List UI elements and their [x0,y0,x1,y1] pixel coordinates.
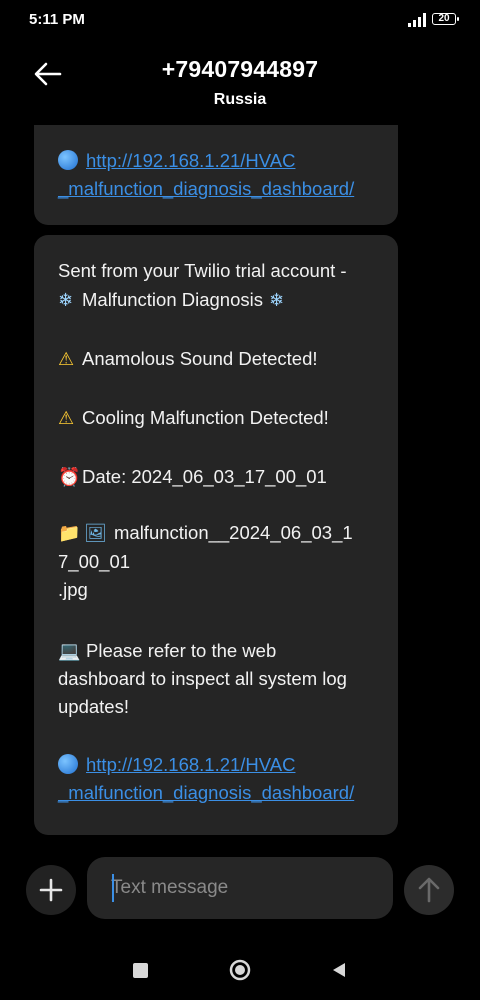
text-caret [112,874,114,902]
message-line: 📁 🖼 malfunction__2024_06_03_1 [58,519,353,548]
message-list[interactable]: http://192.168.1.21/HVAC _malfunction_di… [0,125,480,840]
dashboard-link[interactable]: http://192.168.1.21/HVAC [86,754,295,775]
message-line: 💻 Please refer to the web [58,637,276,666]
message-line: http://192.168.1.21/HVAC [58,147,295,175]
message-line: Sent from your Twilio trial account - [58,260,347,281]
add-attachment-button[interactable] [26,865,76,915]
message-input-container[interactable] [87,857,393,919]
message-line: _malfunction_diagnosis_dashboard/ [58,779,354,807]
message-line: http://192.168.1.21/HVAC [58,751,295,779]
message-line: dashboard to inspect all system log [58,668,347,689]
message-line: ⚠ Anamolous Sound Detected! [58,345,318,374]
folder-icon: 📁 [58,523,81,544]
message-line: ⏰Date: 2024_06_03_17_00_01 [58,463,327,492]
status-bar: 5:11 PM 20 [0,0,480,40]
message-line: updates! [58,696,129,717]
message-line: ⚠ Cooling Malfunction Detected! [58,404,329,433]
dashboard-link[interactable]: http://192.168.1.21/HVAC [86,150,295,171]
warning-icon: ⚠ [58,408,75,429]
message-bubble: http://192.168.1.21/HVAC _malfunction_di… [34,125,398,225]
message-line: 7_00_01 [58,551,131,572]
nav-recents-button[interactable] [133,963,148,978]
globe-icon [58,754,78,774]
snowflake-icon: ❄ [58,290,74,311]
message-line: .jpg [58,579,88,600]
plus-icon [39,878,63,902]
send-button[interactable] [404,865,454,915]
arrow-up-icon [418,877,440,903]
message-text: malfunction__2024_06_03_1 [114,522,353,543]
message-bubble[interactable]: Sent from your Twilio trial account - ❄ M… [34,235,398,835]
message-text: Anamolous Sound Detected! [82,348,318,369]
dashboard-link-continued[interactable]: _malfunction_diagnosis_dashboard/ [58,782,354,803]
circle-icon [229,959,251,981]
message-input[interactable] [111,871,371,905]
contact-title: +79407944897 [161,56,319,82]
message-line: ❄ Malfunction Diagnosis ❄ [58,286,293,315]
triangle-back-icon [333,963,345,977]
globe-icon [58,150,78,170]
message-text: Date: 2024_06_03_17_00_01 [82,466,327,487]
signal-bars-icon [408,13,426,27]
picture-icon: 🖼 [84,523,107,544]
message-text: Please refer to the web [86,640,277,661]
message-line: _malfunction_diagnosis_dashboard/ [58,175,354,203]
battery-level: 20 [438,13,450,24]
snowflake-icon: ❄ [268,290,285,311]
alarm-clock-icon: ⏰ [58,467,81,488]
message-text: Malfunction Diagnosis [82,289,263,310]
message-text: Cooling Malfunction Detected! [82,407,329,428]
battery-icon: 20 [432,13,462,27]
status-time: 5:11 PM [29,11,85,28]
nav-home-button[interactable] [229,959,251,981]
laptop-icon: 💻 [58,641,81,662]
nav-back-button[interactable] [330,961,348,979]
warning-icon: ⚠ [58,349,75,370]
contact-subtitle: Russia [213,91,267,108]
dashboard-link-continued[interactable]: _malfunction_diagnosis_dashboard/ [58,178,354,199]
